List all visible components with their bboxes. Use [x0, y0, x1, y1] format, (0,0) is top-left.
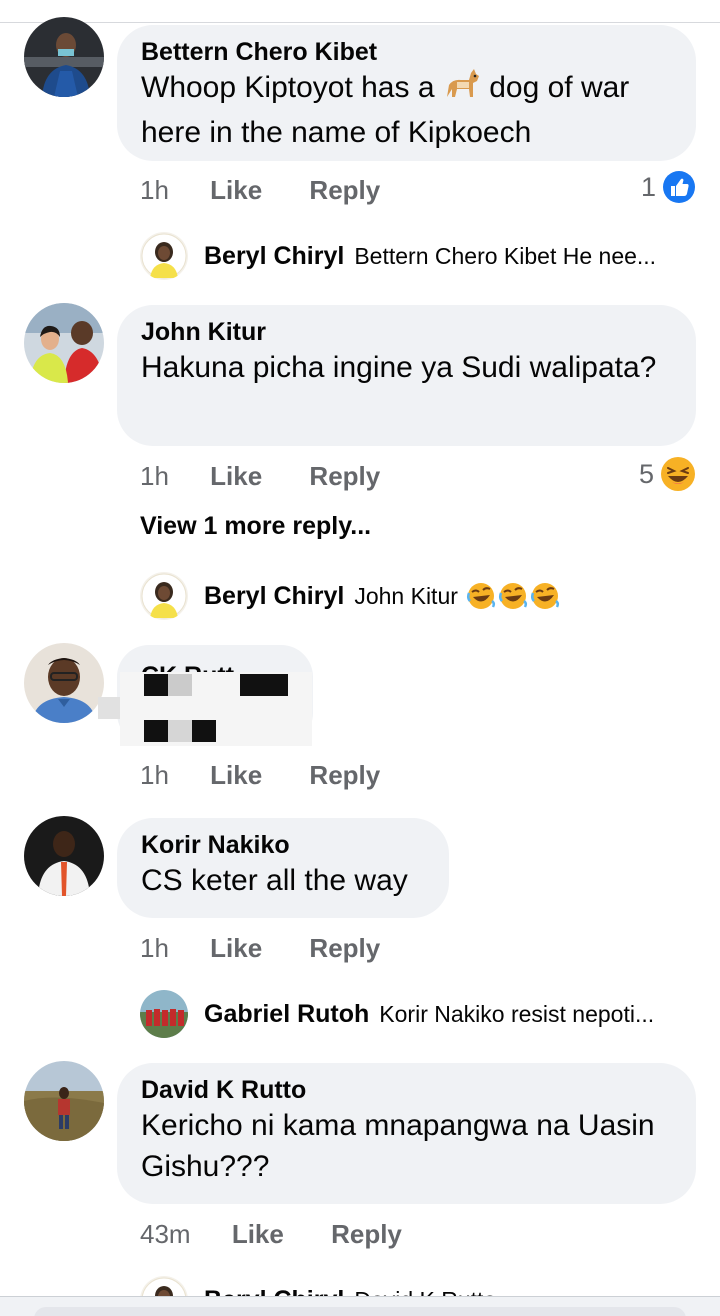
- reply-button[interactable]: Reply: [309, 933, 380, 963]
- rolling-laughing-emoji-icon: [530, 583, 559, 609]
- like-button[interactable]: Like: [210, 760, 262, 790]
- like-button[interactable]: Like: [210, 933, 262, 963]
- like-button[interactable]: Like: [210, 175, 262, 205]
- reply-preview[interactable]: Beryl Chiryl Bettern Chero Kibet He nee.…: [140, 232, 700, 280]
- avatar[interactable]: [24, 816, 104, 896]
- reaction-summary[interactable]: 1: [641, 170, 696, 204]
- comment-actions: 1h Like Reply: [140, 760, 380, 791]
- rolling-laughing-emoji-icon: [498, 583, 527, 609]
- timestamp[interactable]: 1h: [140, 175, 169, 205]
- like-button[interactable]: Like: [210, 461, 262, 491]
- comment-author[interactable]: Korir Nakiko: [141, 830, 425, 860]
- comment-composer-bar[interactable]: [0, 1296, 720, 1316]
- comment-bubble: David K Rutto Kericho ni kama mnapangwa …: [117, 1063, 696, 1204]
- comment-text: Kericho ni kama mnapangwa na Uasin Gishu…: [141, 1109, 655, 1183]
- reply-text: Bettern Chero Kibet He nee...: [354, 242, 657, 269]
- redaction-block: [192, 720, 216, 742]
- redaction-block: [240, 674, 288, 696]
- redaction-block: [168, 720, 192, 742]
- comment-actions: 1h Like Reply: [140, 175, 380, 206]
- rolling-laughing-emoji-icon: [466, 583, 495, 609]
- like-icon: [662, 170, 696, 204]
- reply-author: Gabriel Rutoh: [204, 999, 370, 1028]
- redaction-block: [168, 674, 192, 696]
- comment-author[interactable]: John Kitur: [141, 317, 672, 347]
- comment-bubble: Bettern Chero Kibet Whoop Kiptoyot has a…: [117, 25, 696, 161]
- comment-author[interactable]: Bettern Chero Kibet: [141, 37, 672, 67]
- comment-text: CS keter all the way: [141, 864, 408, 897]
- comment-text: Hakuna picha ingine ya Sudi walipata?: [141, 351, 657, 384]
- comment-author[interactable]: David K Rutto: [141, 1075, 672, 1105]
- view-more-replies-link[interactable]: View 1 more reply...: [140, 512, 371, 541]
- reaction-count: 5: [638, 458, 654, 489]
- laughing-emoji-icon: [660, 456, 696, 492]
- comment-input[interactable]: [34, 1307, 686, 1316]
- rolling-laughing-emoji-group: [466, 581, 560, 611]
- reply-button[interactable]: Reply: [309, 461, 380, 491]
- timestamp[interactable]: 1h: [140, 461, 169, 491]
- timestamp[interactable]: 43m: [140, 1219, 191, 1249]
- reply-preview[interactable]: Beryl Chiryl John Kitur: [140, 572, 700, 620]
- reaction-count: 1: [640, 171, 656, 202]
- comment-actions: 1h Like Reply: [140, 461, 380, 492]
- comment-text: Whoop Kiptoyot has a dog of war here in …: [141, 67, 672, 153]
- avatar[interactable]: [24, 643, 104, 723]
- avatar: [140, 990, 188, 1038]
- reply-author: Beryl Chiryl: [204, 241, 345, 270]
- top-divider: [0, 22, 720, 23]
- avatar[interactable]: [24, 17, 104, 97]
- reply-button[interactable]: Reply: [309, 175, 380, 205]
- avatar[interactable]: [24, 1061, 104, 1141]
- avatar[interactable]: [24, 303, 104, 383]
- like-button[interactable]: Like: [232, 1219, 284, 1249]
- reply-text: Korir Nakiko resist nepoti...: [379, 1000, 655, 1027]
- comment-bubble: John Kitur Hakuna picha ingine ya Sudi w…: [117, 305, 696, 446]
- reply-author: Beryl Chiryl: [204, 581, 345, 610]
- reply-preview[interactable]: Gabriel Rutoh Korir Nakiko resist nepoti…: [140, 990, 700, 1038]
- timestamp[interactable]: 1h: [140, 933, 169, 963]
- reply-button[interactable]: Reply: [331, 1219, 402, 1249]
- redaction-block: [98, 697, 122, 719]
- comment-actions: 1h Like Reply: [140, 933, 380, 964]
- avatar: [140, 572, 188, 620]
- comment-text-part: Whoop Kiptoyot has a: [141, 71, 443, 104]
- reply-button[interactable]: Reply: [309, 760, 380, 790]
- timestamp[interactable]: 1h: [140, 760, 169, 790]
- avatar: [140, 232, 188, 280]
- comment-bubble: Korir Nakiko CS keter all the way: [117, 818, 449, 918]
- reaction-summary[interactable]: 5: [639, 456, 696, 492]
- redaction-block: [144, 674, 168, 696]
- redaction-block: [144, 720, 168, 742]
- dog-emoji-icon: [443, 67, 481, 112]
- reply-text: John Kitur: [354, 582, 458, 609]
- comment-actions: 43m Like Reply: [140, 1219, 402, 1250]
